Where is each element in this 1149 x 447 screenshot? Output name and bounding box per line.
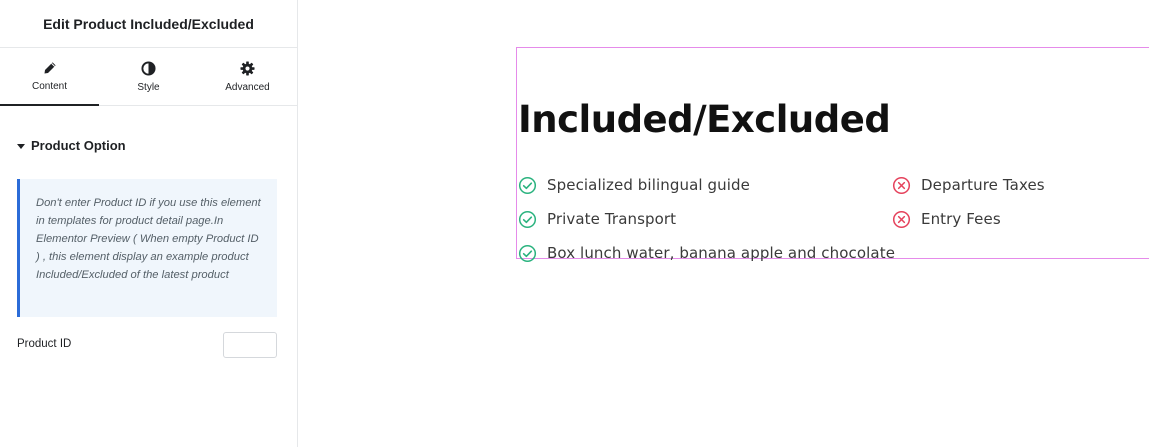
caret-down-icon [17,143,25,149]
gear-icon [240,60,255,76]
included-item-text: Specialized bilingual guide [547,176,750,194]
check-circle-icon [518,210,537,229]
notice-text: Don't enter Product ID if you use this e… [36,197,261,281]
section-product-option[interactable]: Product Option [17,138,126,153]
check-circle-icon [518,244,537,263]
section-title: Product Option [31,138,126,153]
tab-content-label: Content [31,81,68,92]
product-id-input[interactable] [223,332,277,358]
excluded-list: Departure Taxes Entry Fees [892,168,1045,236]
panel-header: Edit Product Included/Excluded [0,0,297,48]
excluded-item-text: Departure Taxes [921,176,1045,194]
included-excluded-widget[interactable]: Included/Excluded Specialized bilingual … [516,47,1149,262]
tab-style-label: Style [137,81,160,93]
list-item: Departure Taxes [892,168,1045,202]
tab-style[interactable]: Style [99,48,198,105]
excluded-item-text: Entry Fees [921,210,1001,228]
list-item: Box lunch water, banana apple and chocol… [518,236,895,270]
tab-advanced-label: Advanced [225,81,270,93]
included-item-text: Private Transport [547,210,677,228]
panel-title: Edit Product Included/Excluded [43,15,254,32]
half-circle-icon [141,60,156,76]
x-circle-icon [892,176,911,195]
tab-content[interactable]: Content [0,48,99,106]
list-item: Specialized bilingual guide [518,168,895,202]
included-item-text: Box lunch water, banana apple and chocol… [547,244,896,262]
editor-panel: Edit Product Included/Excluded Content S… [0,0,298,447]
product-id-label: Product ID [17,338,72,350]
widget-heading: Included/Excluded [518,98,891,141]
list-item: Private Transport [518,202,895,236]
pencil-icon [43,61,57,75]
tab-advanced[interactable]: Advanced [198,48,297,105]
panel-tabs: Content Style Advanced [0,48,297,106]
check-circle-icon [518,176,537,195]
notice-box: Don't enter Product ID if you use this e… [17,179,277,317]
included-list: Specialized bilingual guide Private Tran… [518,168,895,270]
list-item: Entry Fees [892,202,1045,236]
x-circle-icon [892,210,911,229]
